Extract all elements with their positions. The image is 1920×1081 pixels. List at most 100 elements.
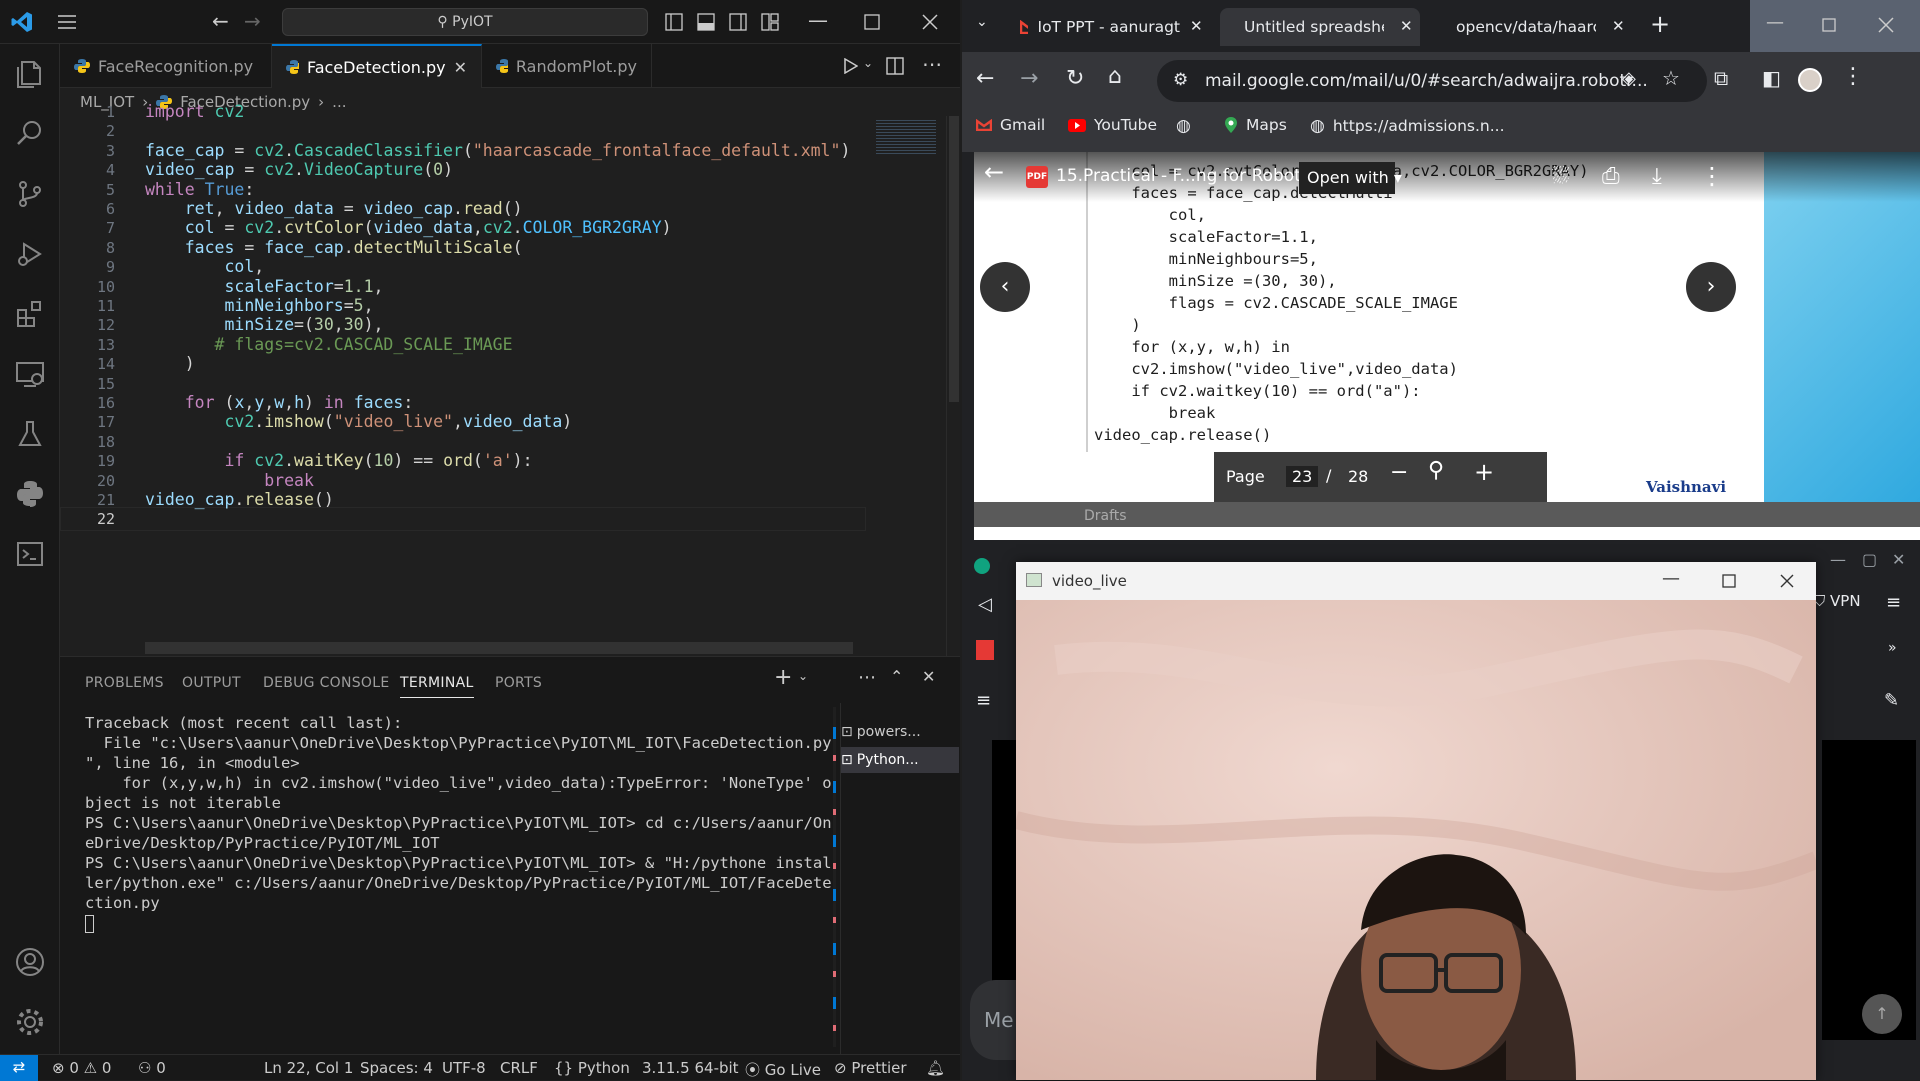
tab-randomplot[interactable]: RandomPlot.py (482, 44, 652, 88)
explorer-icon[interactable] (14, 58, 46, 90)
bookmark-youtube[interactable]: YouTube (1068, 116, 1157, 134)
close-panel-icon[interactable]: ✕ (922, 667, 935, 686)
menu-icon[interactable]: ≡ (1886, 592, 1901, 613)
sidebar-menu-icon[interactable]: ≡ (976, 690, 991, 711)
vertical-scrollbar[interactable] (946, 116, 960, 656)
new-tab-icon[interactable]: + (1650, 10, 1670, 38)
print-icon[interactable]: ⎙ (1602, 164, 1620, 189)
new-terminal-icon[interactable]: + (774, 665, 792, 690)
toggle-panel-icon[interactable] (696, 12, 716, 32)
remote-indicator-icon[interactable]: ⇄ (0, 1055, 38, 1081)
code-line[interactable]: cv2.imshow("video_live",video_data) (145, 410, 572, 434)
go-live-button[interactable]: ⦿ Go Live (745, 1059, 821, 1080)
run-python-icon[interactable] (842, 58, 858, 74)
code-line[interactable]: import cv2 (145, 100, 244, 124)
tab-search-chevron-icon[interactable]: ⌄ (976, 14, 988, 30)
terminal-session-python[interactable]: ⊡ Python... (841, 747, 959, 773)
account-icon[interactable] (14, 946, 46, 978)
customize-layout-icon[interactable] (760, 12, 780, 32)
horizontal-scrollbar[interactable] (145, 642, 853, 654)
testing-icon[interactable] (14, 418, 46, 450)
extensions-icon[interactable]: ⧉ (1714, 66, 1728, 90)
terminal-session-powershell[interactable]: ⊡ powers... (841, 719, 959, 745)
open-with-button[interactable]: Open with ▾ (1299, 162, 1402, 194)
close-icon[interactable] (1878, 17, 1894, 33)
language-mode[interactable]: {} Python (554, 1059, 630, 1077)
bookmark-globe[interactable]: ◍ (1176, 116, 1191, 136)
tab-ports[interactable]: PORTS (495, 675, 542, 691)
breadcrumb-more[interactable]: ... (332, 93, 346, 111)
minimize-icon[interactable]: — (1766, 12, 1784, 33)
video-live-window[interactable]: video_live — (1016, 562, 1816, 1080)
code-line[interactable]: video_cap.release() (145, 488, 334, 512)
chrome-tab-github[interactable]: opencv/data/haarc (1446, 8, 1596, 46)
problems-status[interactable]: ⊗ 0 ⚠ 0 (52, 1059, 111, 1077)
vpn-badge[interactable]: ⛉ VPN (1814, 592, 1861, 610)
close-icon[interactable] (1780, 574, 1794, 588)
tab-problems[interactable]: PROBLEMS (85, 675, 164, 691)
split-editor-icon[interactable] (886, 57, 904, 75)
zoom-out-icon[interactable]: − (1390, 460, 1408, 485)
page-number-input[interactable]: 23 (1286, 466, 1319, 487)
close-icon[interactable] (922, 14, 938, 30)
chrome-menu-icon[interactable]: ⋮ (1842, 64, 1864, 89)
zoom-search-icon[interactable]: ⚲ (1428, 458, 1444, 483)
bookmark-star-icon[interactable]: ☆ (1662, 66, 1680, 90)
more-options-icon[interactable]: ⋮ (1700, 162, 1724, 190)
command-center-search[interactable]: ⚲ PyIOT (282, 8, 648, 36)
download-icon[interactable]: ⤓ (1652, 164, 1662, 189)
toggle-secondary-sidebar-icon[interactable] (728, 12, 748, 32)
install-app-icon[interactable]: ◈ (1622, 68, 1636, 89)
tab-close-icon[interactable]: ✕ (1400, 17, 1413, 35)
tab-debug-console[interactable]: DEBUG CONSOLE (263, 675, 390, 691)
run-debug-icon[interactable] (14, 238, 46, 270)
chevron-down-icon[interactable]: ⌄ (863, 56, 873, 70)
tab-terminal[interactable]: TERMINAL (400, 675, 474, 698)
indentation-status[interactable]: Spaces: 4 (360, 1059, 433, 1077)
bookmark-maps[interactable]: Maps (1224, 116, 1287, 134)
minimap[interactable] (866, 116, 950, 656)
reload-icon[interactable]: ↻ (1066, 66, 1084, 91)
settings-gear-icon[interactable] (14, 1006, 46, 1038)
more-actions-icon[interactable]: ⋯ (858, 667, 876, 688)
search-icon[interactable] (14, 118, 46, 150)
back-arrow-icon[interactable]: ◁ (978, 594, 992, 615)
forward-arrow-icon[interactable]: → (244, 9, 261, 33)
cursor-position[interactable]: Ln 22, Col 1 (264, 1059, 353, 1077)
chrome-tab-gmail[interactable]: IoT PPT - aanuragt (1020, 8, 1180, 46)
code-line[interactable]: ) (145, 352, 195, 376)
site-info-icon[interactable]: ⚙ (1173, 70, 1188, 90)
back-arrow-icon[interactable]: ← (984, 158, 1004, 186)
vscode-logo-icon[interactable] (10, 10, 34, 34)
code-editor[interactable]: 1 2 3 4 5 6 7 8 9 10 11 12 13 14 15 16 17 18 19 20 21 22 impo… (60, 102, 960, 656)
eol-status[interactable]: CRLF (500, 1059, 538, 1077)
notifications-bell-icon[interactable]: 🔔︎ (926, 1059, 945, 1077)
zoom-in-icon[interactable]: + (1474, 458, 1494, 486)
encoding-status[interactable]: UTF-8 (442, 1059, 486, 1077)
add-to-drive-icon[interactable]: ⛆ (1552, 164, 1570, 189)
extensions-icon[interactable] (14, 298, 46, 330)
side-panel-icon[interactable]: ◧ (1762, 66, 1781, 90)
more-actions-icon[interactable]: ⋯ (922, 52, 942, 76)
maximize-icon[interactable] (1822, 18, 1836, 32)
edit-icon[interactable]: ✎ (1884, 690, 1899, 711)
previous-page-button[interactable]: ‹ (980, 262, 1030, 312)
source-control-icon[interactable] (14, 178, 46, 210)
video-window-titlebar[interactable]: video_live — (1016, 562, 1816, 600)
tab-output[interactable]: OUTPUT (182, 675, 241, 691)
bookmark-gmail[interactable]: Gmail (976, 116, 1045, 134)
profile-avatar[interactable] (1798, 68, 1822, 92)
tab-close-icon[interactable]: ✕ (1612, 17, 1625, 35)
tab-facerecognition[interactable]: FaceRecognition.py (60, 44, 272, 88)
maximize-icon[interactable] (864, 14, 880, 30)
maximize-icon[interactable] (1722, 574, 1736, 588)
remote-explorer-icon[interactable] (14, 358, 46, 390)
maximize-icon[interactable]: ▢ (1862, 550, 1877, 569)
back-arrow-icon[interactable]: ← (976, 66, 994, 91)
chevron-double-right-icon[interactable]: » (1888, 640, 1897, 656)
chrome-tab-sheets[interactable]: Untitled spreadshe (1234, 8, 1384, 46)
toggle-sidebar-icon[interactable] (664, 12, 684, 32)
tab-close-icon[interactable]: ✕ (1190, 17, 1203, 35)
minimize-icon[interactable]: — (1830, 550, 1846, 569)
next-page-button[interactable]: › (1686, 262, 1736, 312)
